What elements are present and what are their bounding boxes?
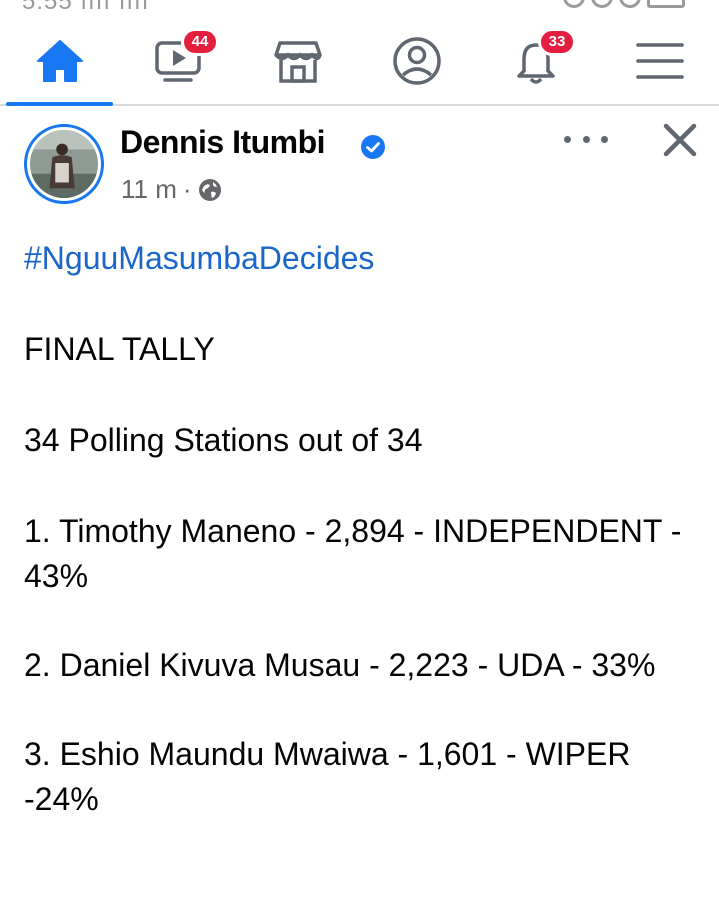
status-icons bbox=[563, 0, 685, 8]
post-time[interactable]: 11 m bbox=[121, 174, 177, 205]
status-bar: 5:55 ıııı ıııı bbox=[0, 0, 719, 18]
avatar[interactable] bbox=[24, 124, 104, 204]
post-text: #NguuMasumbaDecides FINAL TALLY 34 Polli… bbox=[24, 236, 704, 868]
post-line-result-3: 3. Eshio Maundu Mwaiwa - 1,601 - WIPER -… bbox=[24, 736, 631, 817]
status-icon bbox=[563, 0, 585, 8]
tab-menu[interactable] bbox=[600, 18, 719, 104]
post-line-stations: 34 Polling Stations out of 34 bbox=[24, 422, 423, 458]
avatar-photo bbox=[30, 130, 98, 198]
more-options-dot bbox=[601, 135, 608, 143]
status-icon bbox=[619, 0, 641, 8]
status-time: 5:55 ıııı ıııı bbox=[22, 0, 150, 15]
close-icon[interactable] bbox=[660, 120, 700, 160]
more-options-dot bbox=[564, 135, 571, 143]
battery-icon bbox=[647, 0, 685, 8]
post-line-title: FINAL TALLY bbox=[24, 331, 215, 367]
post-meta: 11 m · bbox=[121, 174, 222, 205]
meta-separator: · bbox=[182, 174, 192, 204]
profile-icon bbox=[392, 37, 441, 85]
globe-icon bbox=[198, 178, 221, 201]
post-line-result-1: 1. Timothy Maneno - 2,894 - INDEPENDENT … bbox=[24, 513, 682, 594]
post-line-result-2: 2. Daniel Kivuva Musau - 2,223 - UDA - 3… bbox=[24, 647, 656, 683]
tab-notifications[interactable]: 33 bbox=[476, 18, 595, 104]
top-navigation: 44 33 bbox=[0, 18, 719, 106]
watch-badge: 44 bbox=[181, 28, 219, 56]
verified-badge-icon bbox=[361, 135, 385, 159]
tab-watch[interactable]: 44 bbox=[119, 18, 238, 104]
hashtag-link[interactable]: #NguuMasumbaDecides bbox=[24, 240, 374, 276]
home-icon bbox=[36, 40, 83, 82]
more-options-dot bbox=[582, 135, 590, 143]
status-icon bbox=[591, 0, 613, 8]
more-options-icon[interactable] bbox=[564, 124, 608, 154]
author-name[interactable]: Dennis Itumbi bbox=[120, 124, 326, 161]
notifications-badge: 33 bbox=[538, 28, 576, 56]
tab-profile[interactable] bbox=[357, 18, 476, 104]
tab-home[interactable] bbox=[0, 18, 119, 106]
menu-icon bbox=[635, 43, 684, 79]
marketplace-icon bbox=[273, 41, 322, 83]
post-header: Dennis Itumbi 11 m · bbox=[0, 106, 719, 216]
tab-marketplace[interactable] bbox=[238, 18, 357, 104]
